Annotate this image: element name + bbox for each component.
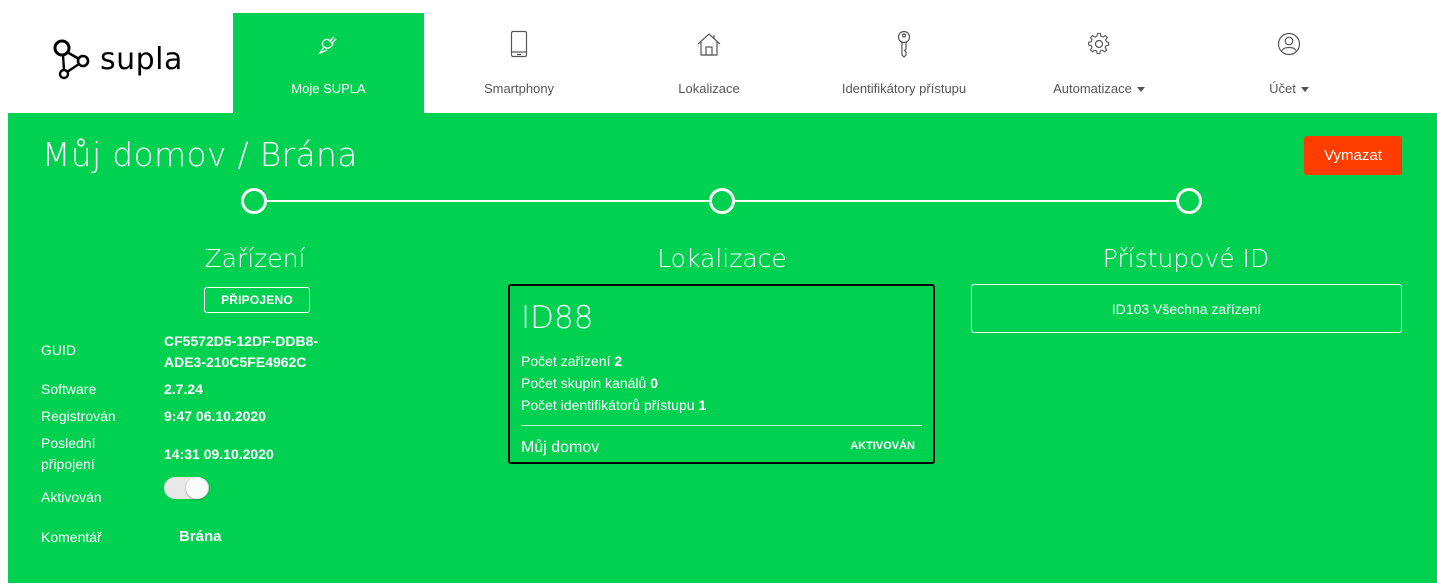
software-value: 2.7.24 (164, 381, 203, 397)
nav-automatizace[interactable]: Automatizace (1004, 13, 1194, 113)
nav-label: Smartphony (483, 81, 555, 96)
location-card[interactable]: ID88 Počet zařízení 2 Počet skupin kanál… (508, 284, 935, 464)
nav-smartphony[interactable]: Smartphony (424, 13, 614, 113)
step-dot-location (709, 188, 735, 214)
toggle-knob (186, 477, 208, 499)
nav-ucet[interactable]: Účet (1194, 13, 1384, 113)
caret-down-icon (1300, 87, 1309, 93)
page-title: Můj domov / Brána (42, 135, 358, 174)
connection-status-badge: PŘIPOJENO (204, 287, 310, 313)
nav-lokalizace[interactable]: Lokalizace (614, 13, 804, 113)
location-status: AKTIVOVÁN (850, 440, 915, 452)
home-icon (696, 29, 722, 59)
last-connection-label: Poslední připojení (41, 433, 95, 475)
access-ids-count: Počet identifikátorů přístupu 1 (521, 397, 707, 413)
brand-name: supla (100, 41, 183, 77)
location-column-title: Lokalizace (657, 244, 787, 273)
card-divider (521, 425, 922, 426)
supla-logo[interactable]: supla (52, 38, 183, 80)
nav-label: Automatizace (1053, 81, 1145, 96)
step-dot-access (1176, 188, 1202, 214)
supla-logo-icon (53, 39, 90, 80)
enabled-toggle[interactable] (164, 477, 209, 499)
guid-value-line2: ADE3-210C5FE4962C (164, 354, 307, 370)
access-id-button[interactable]: ID103 Všechna zařízení (971, 284, 1402, 333)
plug-icon (317, 29, 341, 59)
nav-label: Moje SUPLA (291, 81, 366, 96)
key-icon (896, 29, 912, 59)
guid-label: GUID (41, 342, 76, 358)
nav-label: Identifikátory přístupu (841, 81, 967, 96)
comment-value[interactable]: Brána (179, 526, 222, 547)
comment-label: Komentář (41, 529, 102, 545)
last-connection-label-line1: Poslední (41, 435, 96, 451)
nav-label: Účet (1269, 81, 1309, 96)
step-dot-device (241, 188, 267, 214)
nav-identifikatory[interactable]: Identifikátory přístupu (804, 13, 1004, 113)
enabled-label: Aktivován (41, 489, 102, 505)
devices-count: Počet zařízení 2 (521, 353, 623, 369)
software-label: Software (41, 381, 97, 397)
last-connection-value: 14:31 09.10.2020 (164, 446, 274, 462)
registered-value: 9:47 06.10.2020 (164, 408, 266, 424)
access-column-title: Přístupové ID (1102, 244, 1270, 273)
caret-down-icon (1136, 87, 1145, 93)
location-id: ID88 (521, 300, 594, 336)
nav-label: Lokalizace (678, 81, 740, 96)
nav-moje-supla[interactable]: Moje SUPLA (233, 13, 424, 113)
top-navbar: supla Moje SUPLA Smartphony Lokalizace I… (0, 0, 1437, 113)
last-connection-label-line2: připojení (41, 456, 95, 472)
guid-value: CF5572D5-12DF-DDB8- ADE3-210C5FE4962C (164, 331, 318, 373)
registered-label: Registrován (41, 408, 116, 424)
channel-groups-count: Počet skupin kanálů 0 (521, 375, 658, 391)
smartphone-icon (510, 29, 528, 59)
user-icon (1277, 29, 1301, 59)
delete-button[interactable]: Vymazat (1304, 136, 1402, 175)
location-name: Můj domov (521, 439, 600, 456)
device-column-title: Zařízení (204, 244, 306, 273)
guid-value-line1: CF5572D5-12DF-DDB8- (164, 333, 319, 349)
gear-icon (1087, 29, 1111, 59)
